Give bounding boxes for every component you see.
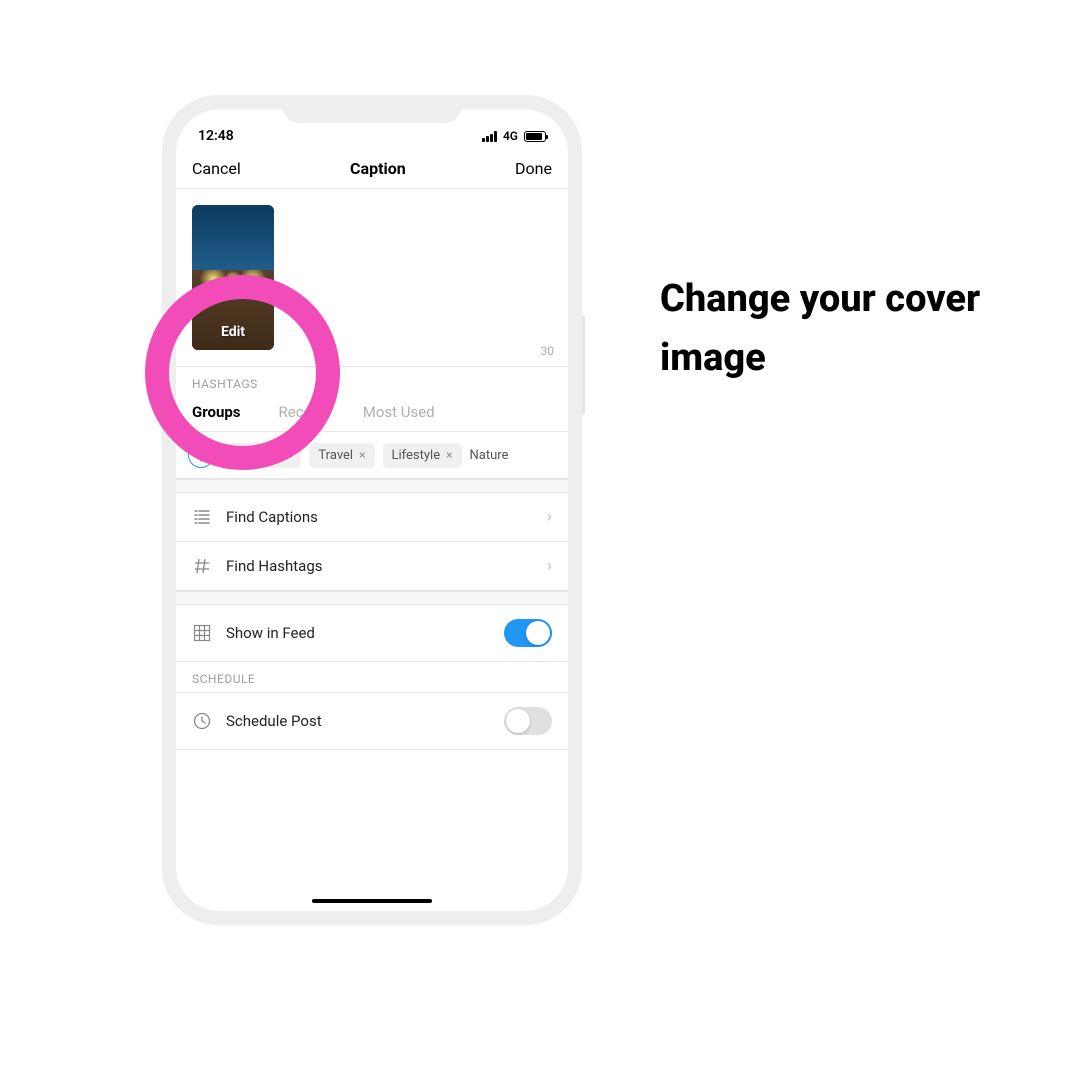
page-title: Caption	[350, 159, 406, 178]
grid-icon	[192, 623, 212, 643]
find-captions-row[interactable]: Find Captions ›	[176, 493, 568, 542]
edit-cover-button[interactable]: Edit	[192, 324, 274, 340]
add-hashtag-button[interactable]	[188, 442, 214, 468]
battery-icon	[524, 131, 546, 142]
instruction-text: Change your cover image	[660, 270, 1000, 388]
section-spacer	[176, 591, 568, 605]
done-button[interactable]: Done	[515, 159, 552, 178]
tab-groups[interactable]: Groups	[192, 403, 241, 421]
chip-label: Lifestyle	[392, 448, 441, 463]
phone-screen: 12:48 4G Cancel Caption Done	[176, 109, 568, 911]
cancel-button[interactable]: Cancel	[192, 159, 241, 178]
close-icon[interactable]: ×	[359, 448, 365, 462]
signal-icon	[482, 131, 497, 142]
hashtag-chip[interactable]: Travel ×	[309, 443, 374, 468]
show-in-feed-label: Show in Feed	[226, 624, 490, 642]
network-label: 4G	[503, 129, 518, 143]
chevron-right-icon: ›	[547, 556, 552, 576]
chevron-right-icon: ›	[547, 507, 552, 527]
nav-bar: Cancel Caption Done	[176, 151, 568, 189]
schedule-post-row: Schedule Post	[176, 692, 568, 750]
list-icon	[192, 507, 212, 527]
caption-area[interactable]: Edit 30	[176, 189, 568, 367]
hashtag-chip-cut[interactable]: Nature	[470, 448, 509, 463]
section-spacer	[176, 479, 568, 493]
character-count: 30	[541, 344, 555, 358]
hashtag-chips-row[interactable]: Summer × Travel × Lifestyle × Nature	[176, 432, 568, 479]
cover-image[interactable]: Edit	[192, 205, 274, 350]
section-spacer: SCHEDULE	[176, 662, 568, 692]
hash-icon	[192, 556, 212, 576]
clock-icon	[192, 711, 212, 731]
schedule-label: SCHEDULE	[176, 662, 568, 692]
show-in-feed-toggle[interactable]	[504, 619, 552, 647]
status-right: 4G	[482, 129, 546, 143]
home-indicator[interactable]	[312, 899, 432, 903]
show-in-feed-row: Show in Feed	[176, 605, 568, 662]
chip-label: Summer	[231, 448, 280, 463]
phone-frame: 12:48 4G Cancel Caption Done	[162, 95, 582, 925]
hashtags-label: HASHTAGS	[176, 367, 568, 397]
plus-icon	[194, 448, 208, 462]
tab-recent[interactable]: Recent	[279, 403, 325, 421]
close-icon[interactable]: ×	[286, 448, 292, 462]
hashtag-chip[interactable]: Summer ×	[222, 443, 301, 468]
tab-most-used[interactable]: Most Used	[363, 403, 435, 421]
hashtag-tabs: Groups Recent Most Used	[176, 397, 568, 432]
close-icon[interactable]: ×	[446, 448, 452, 462]
hashtag-chip[interactable]: Lifestyle ×	[383, 443, 462, 468]
chip-label: Travel	[318, 448, 353, 463]
find-captions-label: Find Captions	[226, 508, 533, 526]
schedule-post-label: Schedule Post	[226, 712, 490, 730]
phone-notch	[282, 95, 462, 123]
schedule-post-toggle[interactable]	[504, 707, 552, 735]
find-hashtags-row[interactable]: Find Hashtags ›	[176, 542, 568, 591]
status-time: 12:48	[198, 128, 234, 144]
phone-side-button	[582, 315, 585, 415]
find-hashtags-label: Find Hashtags	[226, 557, 533, 575]
